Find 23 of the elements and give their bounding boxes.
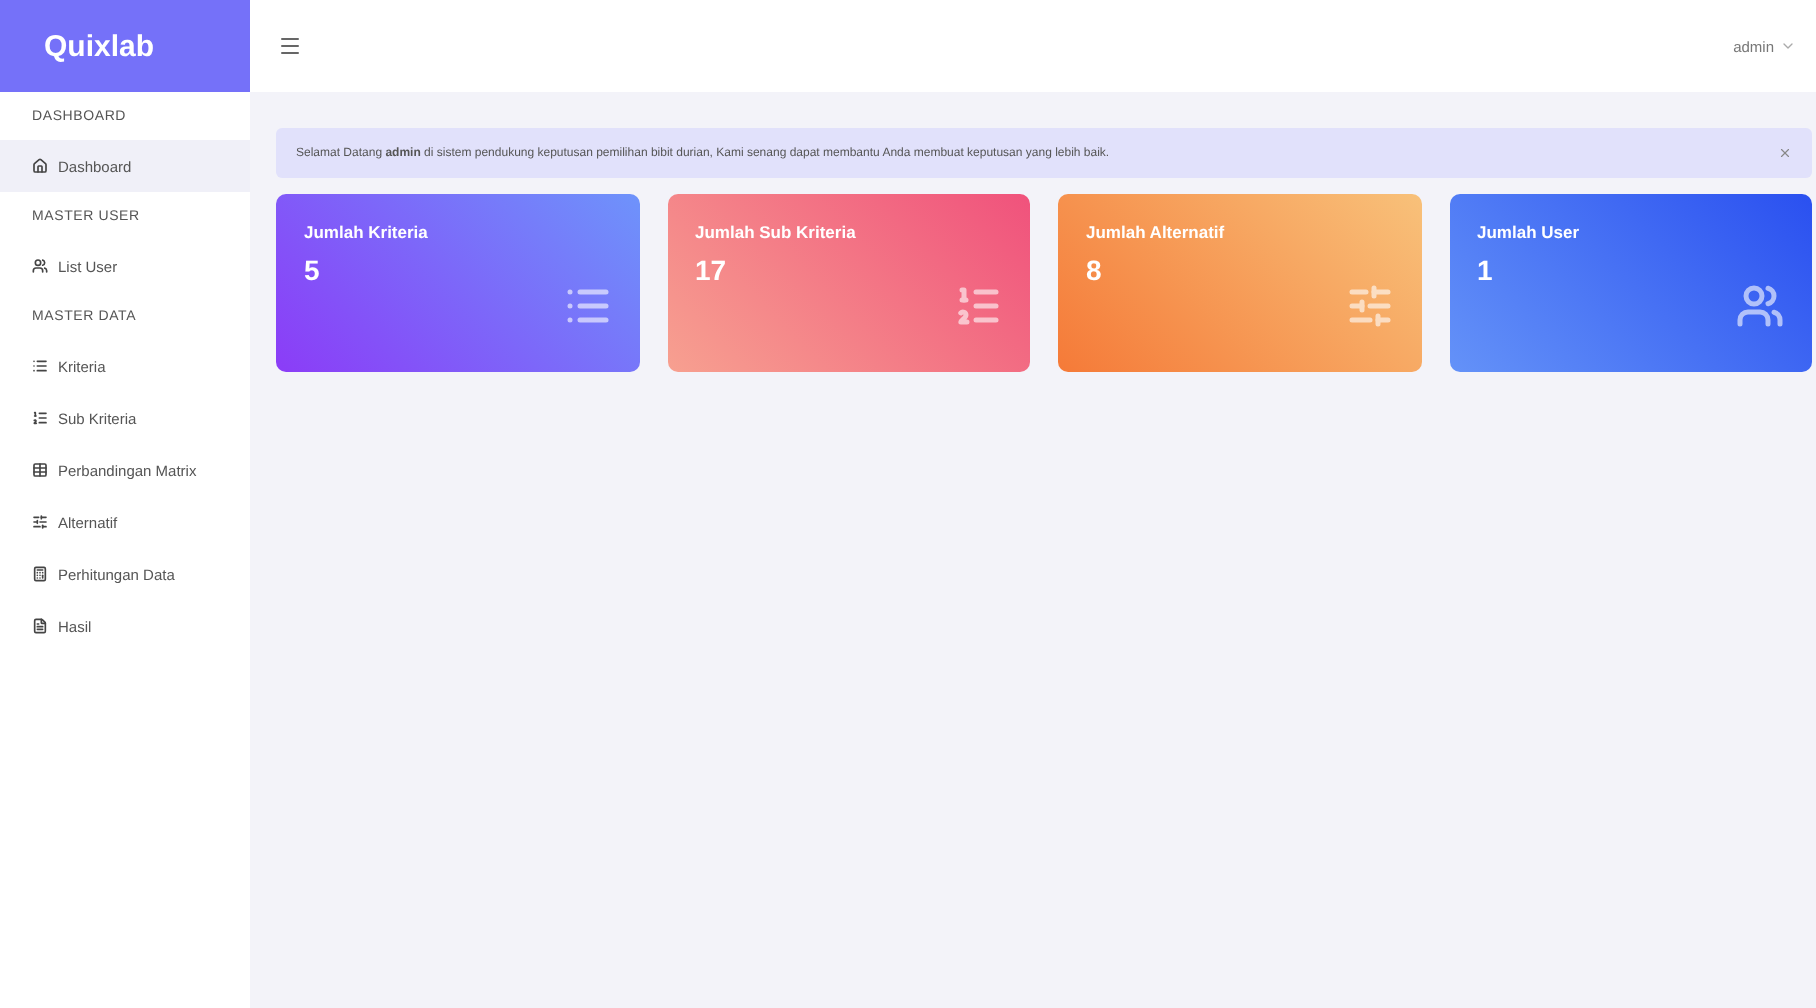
users-icon (1736, 282, 1784, 330)
sliders-icon (32, 514, 48, 530)
list-icon (32, 358, 48, 374)
card-value: 17 (695, 254, 727, 286)
card-value: 5 (304, 254, 320, 286)
card-title: Jumlah User (1477, 222, 1582, 242)
users-icon (32, 258, 48, 274)
brand-logo[interactable]: Quixlab (0, 0, 250, 92)
card-title: Jumlah Kriteria (304, 222, 430, 242)
sliders-icon (1345, 282, 1393, 330)
card-value: 1 (1477, 254, 1493, 286)
file-icon (32, 618, 48, 634)
card-title: Jumlah Alternatif (1086, 222, 1227, 242)
card-value: 8 (1086, 254, 1102, 286)
table-icon (32, 462, 48, 478)
chevron-down-icon[interactable] (1780, 38, 1796, 54)
ordered-icon (954, 282, 1002, 330)
calculator-icon (32, 566, 48, 582)
menu-icon[interactable] (278, 34, 302, 58)
card-title: Jumlah Sub Kriteria (695, 222, 858, 242)
ordered-icon (32, 410, 48, 426)
close-icon[interactable] (1778, 146, 1792, 160)
home-icon (32, 158, 48, 174)
